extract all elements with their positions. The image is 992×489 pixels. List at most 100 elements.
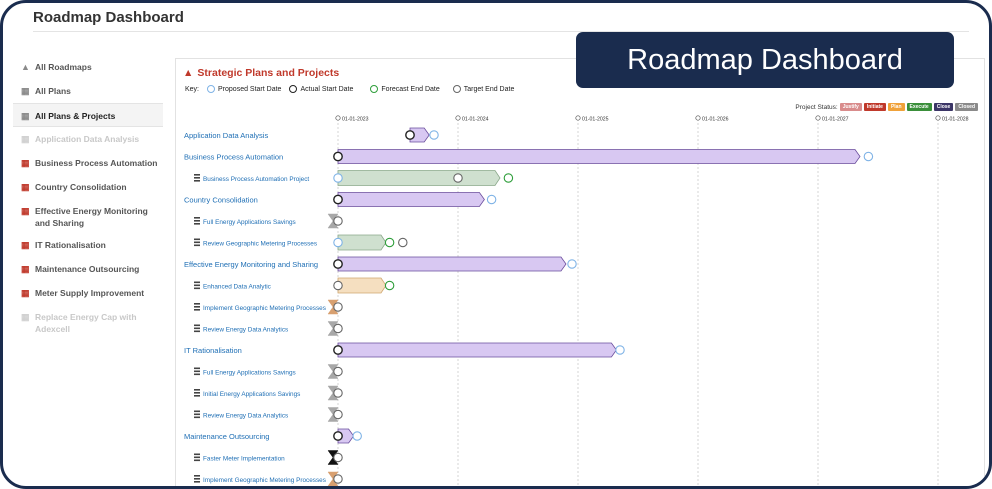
sidebar-item-application-data-analysis[interactable]: ▦ Application Data Analysis — [13, 127, 163, 151]
project-row-label: Faster Meter Implementation — [203, 456, 285, 463]
list-icon — [194, 244, 200, 247]
list-icon — [194, 238, 200, 241]
project-row-label: Initial Energy Applications Savings — [203, 391, 300, 398]
sidebar-item-all-plans[interactable]: ▦ All Plans — [13, 79, 163, 103]
date-tick-label: 01-01-2024 — [462, 117, 489, 123]
date-tick-circle-icon — [335, 115, 341, 121]
list-icon — [194, 395, 200, 397]
plan-row-label: Country Consolidation — [184, 196, 258, 205]
actual-date-marker-icon — [405, 130, 415, 140]
date-tick-circle-icon — [455, 115, 461, 121]
list-icon — [194, 330, 200, 333]
target-date-marker-icon — [398, 237, 408, 248]
target-date-marker-icon — [333, 452, 343, 463]
calendar-icon: ▦ — [21, 264, 30, 274]
target-date-marker-icon — [333, 323, 343, 334]
target-date-marker-icon — [333, 409, 343, 420]
date-tick-circle-icon — [935, 115, 941, 121]
list-icon — [194, 389, 200, 391]
sidebar-item-label: Maintenance Outsourcing — [35, 264, 140, 274]
list-icon — [194, 223, 200, 225]
sidebar-item-label: Application Data Analysis — [35, 134, 140, 144]
sidebar-item-all-plans-projects[interactable]: ▦ All Plans & Projects — [13, 103, 163, 127]
list-icon — [194, 281, 200, 284]
target-date-marker-icon — [333, 366, 343, 377]
list-icon — [194, 456, 200, 459]
plan-row-label: Application Data Analysis — [184, 131, 268, 140]
sidebar-item-label: IT Rationalisation — [35, 240, 106, 250]
timeline-bar — [337, 170, 501, 186]
project-row-label: Review Energy Data Analytics — [203, 327, 288, 334]
date-tick-label: 01-01-2027 — [822, 117, 849, 123]
list-icon — [194, 481, 200, 483]
list-icon — [194, 284, 200, 287]
list-icon — [194, 306, 200, 308]
timeline-bar — [337, 277, 387, 294]
project-row-label: Full Energy Applications Savings — [203, 370, 296, 377]
timeline-bar — [337, 234, 387, 251]
list-icon — [194, 373, 200, 376]
plan-row-label: Business Process Automation — [184, 153, 283, 162]
list-icon — [194, 180, 200, 182]
project-row-label: Full Energy Applications Savings — [203, 219, 296, 226]
list-icon — [194, 392, 200, 394]
date-tick-label: 01-01-2025 — [582, 117, 609, 123]
list-icon — [194, 324, 200, 327]
list-icon — [194, 475, 200, 477]
list-icon — [194, 370, 200, 373]
date-tick-label: 01-01-2023 — [342, 117, 369, 123]
list-icon — [194, 287, 200, 290]
proposed-date-marker-icon — [863, 151, 874, 162]
calendar-icon: ▦ — [21, 240, 30, 250]
sidebar-item-all-roadmaps[interactable]: ▲ All Roadmaps — [13, 55, 163, 79]
calendar-icon: ▦ — [21, 288, 30, 298]
list-icon — [194, 410, 200, 413]
road-icon: ▲ — [21, 62, 30, 72]
roadmap-panel: ▲ Strategic Plans and Projects Key: Propo… — [175, 58, 985, 486]
plan-row-label: Effective Energy Monitoring and Sharing — [184, 260, 318, 269]
sidebar-item-label: Meter Supply Improvement — [35, 288, 145, 298]
date-tick-label: 01-01-2028 — [942, 117, 969, 123]
dashboard-window: Roadmap Dashboard ▲ All Roadmaps ▦ All P… — [0, 0, 992, 489]
date-tick-circle-icon — [575, 115, 581, 121]
proposed-date-marker-icon — [615, 345, 625, 355]
list-icon — [194, 309, 200, 311]
list-icon — [194, 217, 200, 219]
sidebar: ▲ All Roadmaps ▦ All Plans ▦ All Plans &… — [13, 55, 163, 485]
sidebar-item-business-process-automation[interactable]: ▦ Business Process Automation — [13, 151, 163, 175]
list-icon — [194, 367, 200, 370]
list-icon — [194, 174, 200, 176]
sidebar-item-effective-energy-monitoring[interactable]: ▦ Effective Energy Monitoring and Sharin… — [13, 199, 163, 233]
date-tick-circle-icon — [815, 115, 821, 121]
target-date-marker-icon — [453, 173, 463, 183]
target-date-marker-icon — [333, 302, 343, 312]
calendar-icon: ▦ — [21, 312, 30, 322]
sidebar-item-label: All Plans — [35, 86, 71, 96]
project-row-label: Implement Geographic Metering Processes — [203, 477, 326, 484]
sidebar-item-it-rationalisation[interactable]: ▦ IT Rationalisation — [13, 233, 163, 257]
plan-row-label: Maintenance Outsourcing — [184, 432, 269, 441]
sidebar-item-replace-energy-cap[interactable]: ▦ Replace Energy Cap with Adexcell — [13, 305, 163, 335]
sidebar-item-label: All Roadmaps — [35, 62, 92, 72]
actual-date-marker-icon — [333, 259, 343, 269]
app-title: Roadmap Dashboard — [33, 9, 184, 26]
sidebar-item-label: Effective Energy Monitoring and Sharing — [35, 206, 148, 228]
date-tick-label: 01-01-2026 — [702, 117, 729, 123]
forecast-date-marker-icon — [503, 173, 514, 183]
date-tick-circle-icon — [695, 115, 701, 121]
list-icon — [194, 413, 200, 416]
actual-date-marker-icon — [333, 194, 343, 205]
sidebar-item-country-consolidation[interactable]: ▦ Country Consolidation — [13, 175, 163, 199]
list-icon — [194, 241, 200, 244]
list-icon — [194, 177, 200, 179]
sidebar-item-label: Business Process Automation — [35, 158, 158, 168]
calendar-icon: ▦ — [21, 182, 30, 192]
forecast-date-marker-icon — [384, 237, 395, 248]
project-row-label: Review Geographic Metering Processes — [203, 241, 317, 248]
target-date-marker-icon — [333, 280, 343, 291]
list-icon — [194, 303, 200, 305]
sidebar-item-maintenance-outsourcing[interactable]: ▦ Maintenance Outsourcing — [13, 257, 163, 281]
project-row-label: Business Process Automation Project — [203, 176, 309, 183]
project-row-label: Enhanced Data Analytic — [203, 284, 272, 291]
sidebar-item-meter-supply-improvement[interactable]: ▦ Meter Supply Improvement — [13, 281, 163, 305]
